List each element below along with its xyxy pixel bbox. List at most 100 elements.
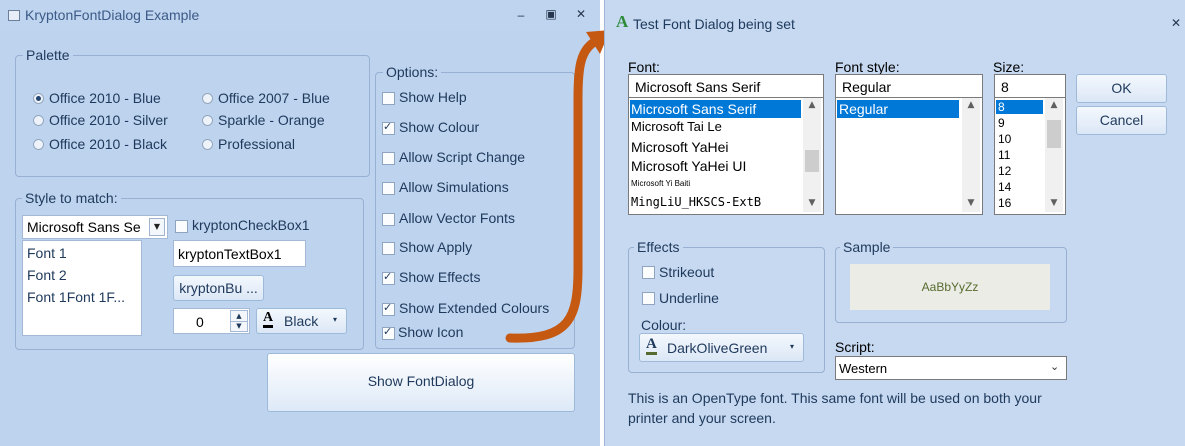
option-checkbox[interactable] (382, 270, 395, 285)
font-combo-value: Microsoft Sans Se (27, 219, 141, 235)
list-item[interactable]: Font 1Font 1F... (27, 289, 125, 305)
list-item[interactable]: Font 2 (27, 267, 67, 283)
scroll-down-arrow[interactable]: ▼ (803, 198, 821, 208)
option-checkbox[interactable] (382, 120, 395, 135)
numeric-updown[interactable]: 0 ▲ ▼ (173, 308, 250, 334)
size-item[interactable]: 8 (996, 100, 1043, 114)
chevron-down-icon: ⌄ (1050, 360, 1060, 373)
font-list-scrollbar[interactable]: ▲ ▼ (803, 98, 821, 212)
size-listbox[interactable]: 8 9 10 11 12 14 16 ▲ ▼ (994, 97, 1066, 215)
chevron-down-icon: ▾ (790, 342, 795, 351)
sample-text: AaBbYyZz (921, 280, 979, 294)
radio-label: Office 2007 - Blue (218, 90, 330, 106)
scroll-up-arrow[interactable]: ▲ (803, 100, 821, 110)
option-label: Show Help (399, 89, 467, 105)
radio-office-2010-blue[interactable] (33, 93, 44, 104)
krypton-button-label: kryptonBu ... (179, 280, 258, 296)
option-checkbox[interactable] (382, 301, 395, 316)
cancel-button-label: Cancel (1099, 112, 1144, 128)
font-list-item[interactable]: Microsoft Tai Le (631, 119, 722, 134)
underline-checkbox[interactable] (642, 292, 655, 305)
cancel-button[interactable]: Cancel (1076, 106, 1167, 135)
size-item[interactable]: 16 (998, 196, 1011, 210)
font-list-item[interactable]: MingLiU_HKSCS-ExtB (631, 195, 761, 209)
size-input[interactable]: 8 (994, 74, 1066, 98)
font-style-listbox[interactable]: Regular ▲ ▼ (835, 97, 983, 215)
option-label: Show Icon (398, 324, 464, 340)
font-list-item[interactable]: Microsoft YaHei (631, 139, 729, 155)
option-checkbox[interactable] (382, 182, 395, 195)
font-colour-icon: A (263, 311, 274, 328)
font-style-input[interactable]: Regular (835, 74, 983, 98)
krypton-checkbox[interactable] (175, 220, 188, 233)
strikeout-checkbox[interactable] (642, 266, 655, 279)
option-label: Show Effects (399, 269, 481, 285)
option-checkbox[interactable] (382, 92, 395, 105)
scroll-up-arrow[interactable]: ▲ (1045, 100, 1063, 110)
scroll-down-arrow[interactable]: ▼ (1045, 198, 1063, 208)
radio-label: Sparkle - Orange (218, 112, 325, 128)
numeric-value: 0 (196, 314, 204, 330)
option-checkbox[interactable] (382, 242, 395, 255)
spin-down-button[interactable]: ▼ (230, 321, 248, 332)
font-combo[interactable]: Microsoft Sans Se ▼ (22, 215, 168, 239)
option-checkbox[interactable] (382, 152, 395, 165)
show-fontdialog-button[interactable]: Show FontDialog (267, 353, 575, 412)
font-colour-icon: A (646, 337, 657, 355)
radio-label: Office 2010 - Silver (49, 112, 168, 128)
font-input-value: Microsoft Sans Serif (635, 79, 761, 95)
palette-legend: Palette (23, 47, 73, 63)
combo-dropdown-button[interactable]: ▼ (149, 218, 165, 236)
radio-professional[interactable] (202, 139, 213, 150)
font-style-item[interactable]: Regular (837, 100, 959, 118)
close-button[interactable]: ✕ (1167, 16, 1185, 30)
radio-sparkle-orange[interactable] (202, 115, 213, 126)
font-list-item[interactable]: Microsoft Yi Baiti (631, 179, 690, 188)
ok-button-label: OK (1111, 80, 1132, 96)
option-checkbox[interactable] (382, 213, 395, 226)
radio-office-2007-blue[interactable] (202, 93, 213, 104)
options-legend: Options: (383, 64, 442, 80)
underline-label: Underline (659, 290, 719, 306)
size-item[interactable]: 14 (998, 180, 1011, 194)
option-label: Show Apply (399, 239, 473, 255)
scroll-down-arrow[interactable]: ▼ (962, 198, 980, 208)
size-item[interactable]: 12 (998, 164, 1011, 178)
font-list-item[interactable]: Microsoft YaHei UI (631, 158, 746, 174)
script-select-value: Western (839, 361, 888, 376)
size-scrollbar[interactable]: ▲ ▼ (1045, 98, 1063, 212)
option-label: Allow Simulations (399, 179, 509, 195)
font-list-item[interactable]: Microsoft Sans Serif (630, 100, 801, 118)
krypton-textbox[interactable]: kryptonTextBox1 (173, 240, 306, 267)
size-item[interactable]: 9 (998, 116, 1005, 130)
font-style-scrollbar[interactable]: ▲ ▼ (962, 98, 980, 212)
krypton-checkbox-label: kryptonCheckBox1 (192, 217, 310, 233)
font-dialog-icon: A (616, 12, 629, 31)
krypton-button[interactable]: kryptonBu ... (173, 275, 264, 301)
size-item[interactable]: 11 (998, 148, 1010, 162)
option-checkbox[interactable] (382, 325, 395, 340)
font-style-input-value: Regular (842, 79, 892, 95)
size-item[interactable]: 10 (998, 132, 1011, 146)
scroll-thumb[interactable] (1047, 120, 1061, 148)
radio-label: Professional (218, 136, 296, 152)
scroll-thumb[interactable] (805, 150, 819, 172)
font-list[interactable]: Font 1 Font 2 Font 1Font 1F... (22, 240, 142, 336)
list-item[interactable]: Font 1 (27, 245, 67, 261)
font-input[interactable]: Microsoft Sans Serif (628, 74, 824, 98)
colour-button[interactable]: A Black ▾ (256, 308, 347, 334)
script-select[interactable]: Western ⌄ (835, 356, 1067, 380)
chevron-down-icon: ▾ (333, 315, 338, 324)
size-input-value: 8 (1001, 79, 1009, 95)
font-listbox[interactable]: Microsoft Sans Serif Microsoft Tai Le Mi… (628, 97, 824, 215)
sample-preview: AaBbYyZz (850, 264, 1050, 310)
font-label: Font: (628, 59, 660, 75)
radio-office-2010-black[interactable] (33, 139, 44, 150)
colour-select[interactable]: A DarkOliveGreen ▾ (639, 333, 804, 362)
ok-button[interactable]: OK (1076, 74, 1167, 103)
scroll-up-arrow[interactable]: ▲ (962, 100, 980, 110)
window-title: KryptonFontDialog Example (25, 7, 200, 23)
radio-label: Office 2010 - Black (49, 136, 168, 152)
script-label: Script: (835, 339, 875, 355)
radio-office-2010-silver[interactable] (33, 115, 44, 126)
